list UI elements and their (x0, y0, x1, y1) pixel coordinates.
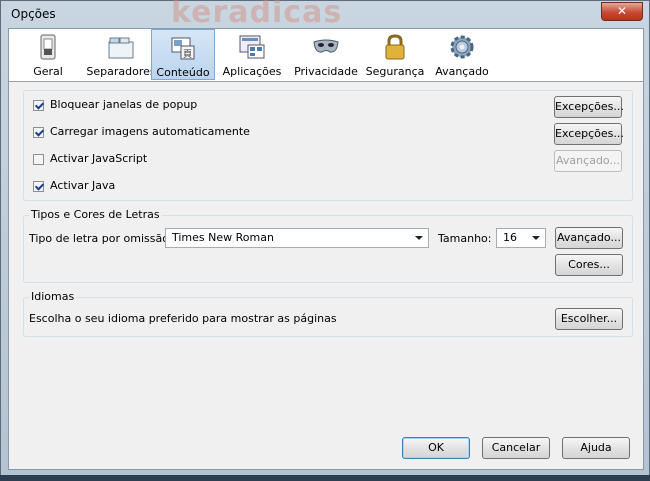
tab-avancado[interactable]: Avançado (427, 29, 497, 80)
choose-language-button[interactable]: Escolher... (555, 308, 623, 330)
window-title: Opções (11, 7, 56, 21)
close-button[interactable]: ✕ (601, 2, 643, 21)
tab-label: Separadores (86, 65, 156, 78)
dialog-client: Geral Separadores 頁 Conteúdo Aplicações … (8, 28, 644, 470)
tab-label: Geral (33, 65, 63, 78)
content-icon: 頁 (171, 37, 195, 60)
applications-icon (239, 35, 265, 59)
tab-label: Segurança (365, 65, 425, 78)
title-bar[interactable]: Opções keradicas ✕ (1, 0, 649, 30)
options-window: Opções keradicas ✕ Geral Separadores 頁 C… (0, 0, 650, 476)
tab-geral[interactable]: Geral (13, 29, 83, 80)
tab-conteudo[interactable]: 頁 Conteúdo (151, 29, 215, 80)
popup-exceptions-button[interactable]: Excepções... (554, 96, 624, 118)
tab-label: Privacidade (294, 65, 358, 78)
java-checkbox[interactable] (33, 181, 44, 192)
popup-label[interactable]: Bloquear janelas de popup (50, 98, 197, 111)
svg-text:頁: 頁 (183, 49, 192, 60)
default-font-label: Tipo de letra por omissão: (29, 232, 173, 245)
images-checkbox[interactable] (33, 127, 44, 138)
tab-privacidade[interactable]: Privacidade (289, 29, 363, 80)
images-label[interactable]: Carregar imagens automaticamente (50, 125, 250, 138)
tab-separadores[interactable]: Separadores (83, 29, 159, 80)
colors-button[interactable]: Cores... (555, 254, 623, 276)
tabs-icon (108, 37, 134, 59)
popup-checkbox[interactable] (33, 100, 44, 111)
java-label[interactable]: Activar Java (50, 179, 115, 192)
tab-label: Conteúdo (156, 66, 210, 79)
javascript-checkbox[interactable] (33, 154, 44, 165)
images-exceptions-button[interactable]: Excepções... (554, 123, 624, 145)
javascript-label[interactable]: Activar JavaScript (50, 152, 147, 165)
font-size-select[interactable]: 16 (496, 228, 546, 248)
languages-group-title: Idiomas (29, 290, 77, 303)
lock-icon (385, 34, 405, 60)
tab-aplicacoes[interactable]: Aplicações (217, 29, 287, 80)
category-toolbar: Geral Separadores 頁 Conteúdo Aplicações … (9, 29, 643, 82)
languages-description: Escolha o seu idioma preferido para most… (29, 312, 337, 325)
fonts-advanced-button[interactable]: Avançado... (555, 227, 623, 249)
chevron-down-icon (532, 236, 540, 240)
chevron-down-icon (415, 236, 423, 240)
default-font-value: Times New Roman (172, 231, 274, 244)
mask-icon (313, 39, 339, 53)
fonts-group-title: Tipos e Cores de Letras (29, 208, 162, 221)
font-size-value: 16 (503, 231, 517, 244)
fonts-group (23, 215, 633, 283)
taskbar (0, 475, 650, 481)
javascript-advanced-button[interactable]: Avançado... (554, 150, 622, 172)
default-font-select[interactable]: Times New Roman (165, 228, 429, 248)
tab-label: Aplicações (222, 65, 282, 78)
watermark: keradicas (171, 0, 343, 30)
cancel-button[interactable]: Cancelar (482, 437, 550, 459)
tab-label: Avançado (435, 65, 489, 78)
help-button[interactable]: Ajuda (562, 437, 630, 459)
font-size-label: Tamanho: (438, 232, 492, 245)
ok-button[interactable]: OK (402, 437, 470, 459)
switch-icon (40, 34, 56, 60)
tab-seguranca[interactable]: Segurança (363, 29, 427, 80)
gear-icon (450, 35, 474, 59)
